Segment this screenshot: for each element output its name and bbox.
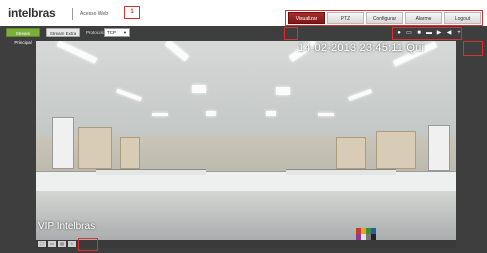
callout-marker-1: 1 <box>124 6 140 19</box>
toolbar-icons: ● ▭ ■ ▬ ▶ ◀ + <box>395 29 463 37</box>
logo-divider <box>72 8 73 20</box>
play-icon[interactable]: ▶ <box>435 29 443 37</box>
floor <box>36 191 456 243</box>
door <box>52 117 74 169</box>
osd-channel-name: VIP Intelbras <box>38 221 96 232</box>
protocol-value: TCP <box>107 30 116 35</box>
osd-timestamp: 14-02-2013 23:45:11 Qui <box>298 42 425 54</box>
shelf <box>78 127 112 169</box>
callout-marker-side <box>463 41 483 56</box>
chevron-down-icon: ▼ <box>123 30 127 35</box>
callout-number: 1 <box>130 9 134 15</box>
bottom-icons: ⛶ ▭ ▤ ▪ <box>38 241 76 247</box>
protocol-label: Protocolo <box>86 30 106 35</box>
protocol-select[interactable]: TCP ▼ <box>104 28 130 37</box>
ceiling <box>36 41 456 136</box>
zoom-icon[interactable]: + <box>455 29 463 37</box>
ceiling-light <box>192 85 206 93</box>
tab-configurar[interactable]: Configurar <box>366 12 403 24</box>
video-feed[interactable]: 14-02-2013 23:45:11 Qui VIP Intelbras <box>36 41 456 243</box>
shelf <box>336 137 366 169</box>
tab-visualizar[interactable]: Visualizar <box>288 12 325 24</box>
person-icon[interactable]: ● <box>395 29 403 37</box>
callout-marker-bottom <box>78 238 98 251</box>
ceiling-light <box>266 111 276 116</box>
main-stream-button[interactable]: Stream Principal <box>6 28 40 45</box>
callout-marker-toolbar <box>284 27 298 40</box>
fullscreen-icon[interactable]: ⛶ <box>38 241 46 247</box>
ceiling-light <box>206 111 216 116</box>
main-nav: Visualizar PTZ Configurar Alarme Logout <box>286 12 481 24</box>
desk <box>286 169 396 175</box>
ceiling-light <box>318 113 334 116</box>
aspect-icon[interactable]: ▤ <box>58 241 66 247</box>
intelbras-logo: intelbras <box>8 6 56 20</box>
video-controls-bar <box>36 240 456 248</box>
ceiling-light <box>276 87 290 95</box>
audio-icon[interactable]: ◀ <box>445 29 453 37</box>
tab-ptz[interactable]: PTZ <box>327 12 364 24</box>
color-chart <box>356 228 376 240</box>
settings-icon[interactable]: ▪ <box>68 241 76 247</box>
record-icon[interactable]: ■ <box>415 29 423 37</box>
extra-stream-button[interactable]: Stream Extra <box>46 28 80 37</box>
tab-logout[interactable]: Logout <box>444 12 481 24</box>
desk <box>96 169 206 175</box>
tab-alarme[interactable]: Alarme <box>405 12 442 24</box>
ceiling-light <box>152 113 168 116</box>
app-subtitle: Acesso Web <box>80 11 108 17</box>
window-icon[interactable]: ▭ <box>48 241 56 247</box>
snapshot-icon[interactable]: ▬ <box>425 29 433 37</box>
door <box>428 125 450 171</box>
shelf <box>120 137 140 169</box>
display-icon[interactable]: ▭ <box>405 29 413 37</box>
shelf <box>376 131 416 169</box>
